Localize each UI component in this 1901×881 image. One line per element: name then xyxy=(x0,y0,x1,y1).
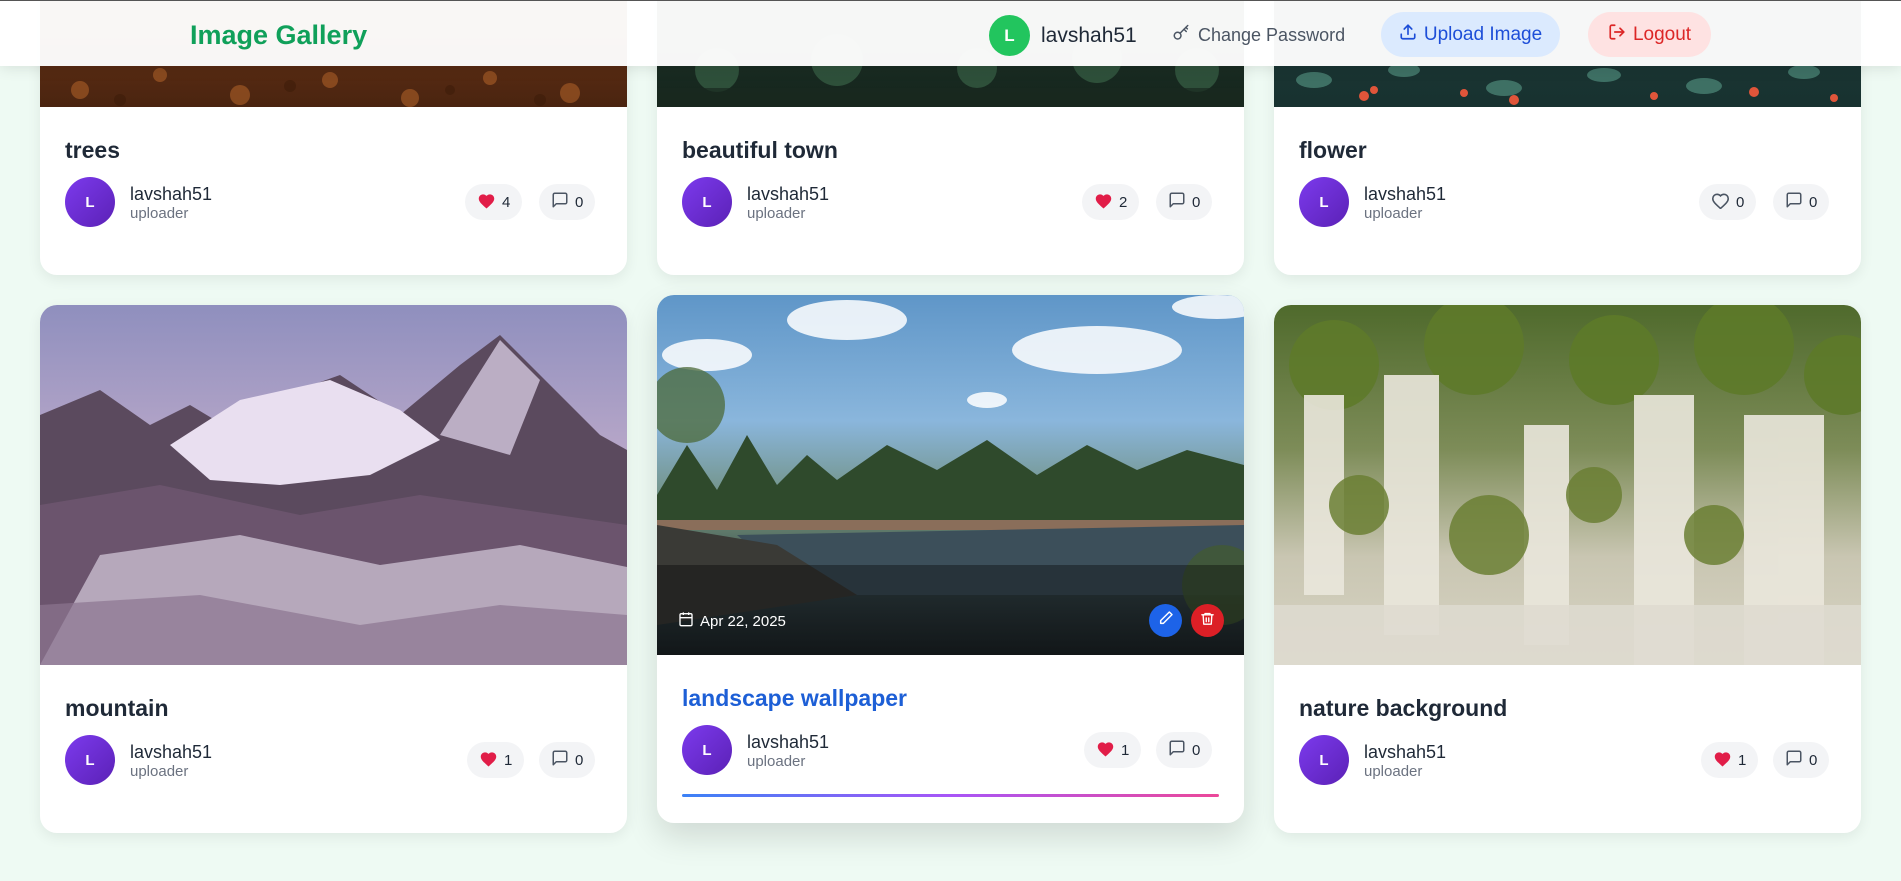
top-navbar: Image Gallery L lavshah51 Change Passwor… xyxy=(0,0,1901,66)
uploader-name: lavshah51 xyxy=(130,742,213,762)
nav-username: lavshah51 xyxy=(1041,23,1137,47)
change-password-link[interactable]: Change Password xyxy=(1172,24,1345,47)
comment-icon xyxy=(1785,191,1809,213)
trash-icon xyxy=(1200,611,1215,631)
card-image[interactable]: Apr 22, 2025 xyxy=(657,295,1244,655)
calendar-icon xyxy=(678,611,700,631)
uploader-avatar[interactable]: L xyxy=(65,735,115,785)
comment-icon xyxy=(551,191,575,213)
like-button[interactable]: 1 xyxy=(1701,742,1759,778)
logout-button[interactable]: Logout xyxy=(1588,12,1711,57)
like-button[interactable]: 4 xyxy=(465,184,523,220)
upload-icon xyxy=(1399,23,1424,47)
card-title[interactable]: nature background xyxy=(1299,695,1507,722)
like-button[interactable]: 2 xyxy=(1082,184,1140,220)
uploader-role: uploader xyxy=(747,753,806,770)
heart-filled-icon xyxy=(1713,750,1738,771)
like-count: 4 xyxy=(502,193,511,211)
card-title[interactable]: beautiful town xyxy=(682,137,838,164)
heart-filled-icon xyxy=(1094,192,1119,213)
upload-image-button[interactable]: Upload Image xyxy=(1381,12,1560,57)
image-card-mountain[interactable]: mountain L lavshah51 uploader 1 0 xyxy=(40,305,627,833)
heart-outline-icon xyxy=(1711,192,1736,213)
comment-button[interactable]: 0 xyxy=(1773,742,1830,778)
nav-user[interactable]: L lavshah51 xyxy=(989,15,1137,56)
image-card-landscape-wallpaper[interactable]: Apr 22, 2025 landscape wallpaper L lavsh… xyxy=(657,295,1244,823)
uploader-name: lavshah51 xyxy=(1364,184,1447,204)
edit-button[interactable] xyxy=(1149,604,1182,637)
card-title[interactable]: flower xyxy=(1299,137,1367,164)
uploader-avatar[interactable]: L xyxy=(682,177,732,227)
comment-count: 0 xyxy=(1809,751,1818,769)
comment-count: 0 xyxy=(1809,193,1818,211)
card-title[interactable]: trees xyxy=(65,137,120,164)
comment-count: 0 xyxy=(1192,741,1201,759)
image-card-nature-background[interactable]: nature background L lavshah51 uploader 1… xyxy=(1274,305,1861,833)
like-button[interactable]: 1 xyxy=(1084,732,1142,768)
heart-filled-icon xyxy=(479,750,504,771)
uploader-role: uploader xyxy=(747,205,806,222)
like-count: 0 xyxy=(1736,193,1745,211)
uploader-role: uploader xyxy=(1364,205,1423,222)
upload-date-text: Apr 22, 2025 xyxy=(700,612,786,630)
uploader-avatar[interactable]: L xyxy=(682,725,732,775)
like-count: 2 xyxy=(1119,193,1128,211)
like-count: 1 xyxy=(504,751,513,769)
upload-image-label: Upload Image xyxy=(1423,23,1543,45)
logout-icon xyxy=(1608,23,1633,47)
comment-icon xyxy=(1168,739,1192,761)
heart-filled-icon xyxy=(1096,740,1121,761)
change-password-label: Change Password xyxy=(1198,25,1346,45)
delete-button[interactable] xyxy=(1191,604,1224,637)
hover-accent-bar xyxy=(682,794,1219,797)
card-image[interactable] xyxy=(1274,305,1861,665)
pencil-icon xyxy=(1158,610,1174,631)
comment-icon xyxy=(1785,749,1809,771)
logout-label: Logout xyxy=(1632,23,1692,45)
uploader-avatar[interactable]: L xyxy=(65,177,115,227)
comment-count: 0 xyxy=(575,193,584,211)
brand-logo[interactable]: Image Gallery xyxy=(190,20,367,51)
uploader-name: lavshah51 xyxy=(747,184,830,204)
uploader-avatar[interactable]: L xyxy=(1299,735,1349,785)
card-title[interactable]: landscape wallpaper xyxy=(682,685,907,712)
uploader-role: uploader xyxy=(130,763,189,780)
uploader-name: lavshah51 xyxy=(130,184,213,204)
like-count: 1 xyxy=(1121,741,1130,759)
heart-filled-icon xyxy=(477,192,502,213)
comment-button[interactable]: 0 xyxy=(1156,184,1213,220)
key-icon xyxy=(1172,24,1198,47)
card-title[interactable]: mountain xyxy=(65,695,169,722)
like-count: 1 xyxy=(1738,751,1747,769)
uploader-avatar[interactable]: L xyxy=(1299,177,1349,227)
like-button[interactable]: 0 xyxy=(1699,184,1757,220)
nav-avatar[interactable]: L xyxy=(989,15,1030,56)
uploader-role: uploader xyxy=(1364,763,1423,780)
comment-button[interactable]: 0 xyxy=(1773,184,1830,220)
comment-button[interactable]: 0 xyxy=(539,184,596,220)
like-button[interactable]: 1 xyxy=(467,742,525,778)
comment-button[interactable]: 0 xyxy=(539,742,596,778)
card-image[interactable] xyxy=(40,305,627,665)
comment-button[interactable]: 0 xyxy=(1156,732,1213,768)
uploader-role: uploader xyxy=(130,205,189,222)
upload-date: Apr 22, 2025 xyxy=(678,611,786,631)
uploader-name: lavshah51 xyxy=(747,732,830,752)
comment-count: 0 xyxy=(1192,193,1201,211)
comment-icon xyxy=(551,749,575,771)
comment-icon xyxy=(1168,191,1192,213)
comment-count: 0 xyxy=(575,751,584,769)
uploader-name: lavshah51 xyxy=(1364,742,1447,762)
